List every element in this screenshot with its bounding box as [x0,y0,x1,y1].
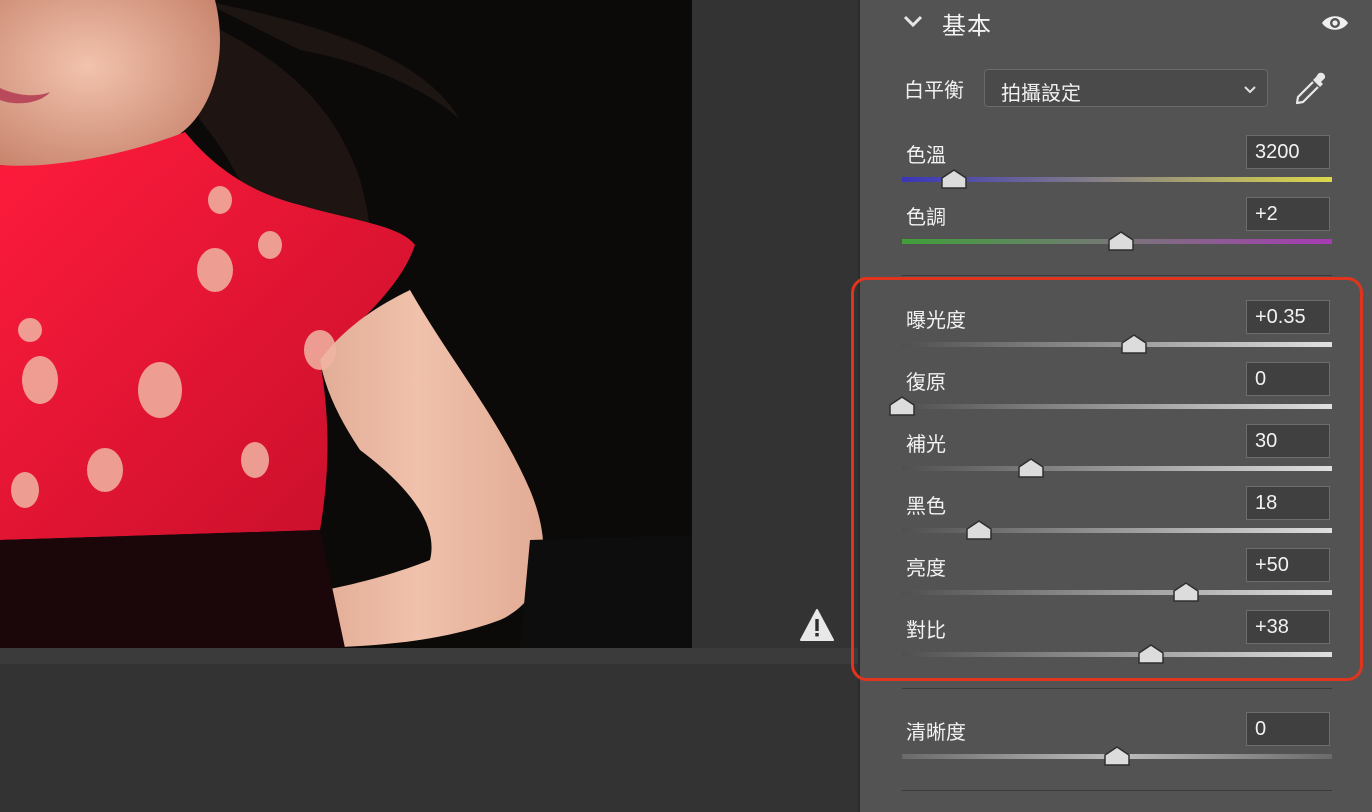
temperature-slider-thumb[interactable] [940,169,967,189]
fill-light-slider-thumb[interactable] [1018,458,1044,478]
brightness-slider-track[interactable] [902,590,1332,595]
eyedropper-icon[interactable] [1292,70,1330,108]
section-divider [902,688,1332,689]
white-balance-value: 拍攝設定 [1001,81,1081,105]
slider-row-recovery: 復原 0 [860,358,1372,420]
eye-icon[interactable] [1320,12,1350,34]
slider-label: 色調 [906,205,946,229]
fill-light-slider-track[interactable] [902,466,1332,471]
section-divider [902,275,1332,276]
fill-light-value-field[interactable]: 30 [1246,424,1330,458]
slider-label: 黑色 [906,494,946,518]
slider-row-brightness: 亮度 +50 [860,544,1372,606]
temperature-value-field[interactable]: 3200 [1246,135,1330,169]
section-divider [902,790,1332,791]
basic-adjustments-panel: 基本 白平衡 拍攝設定 色溫 3200 色調 +2 曝光度 +0.35 復原 0 [858,0,1372,812]
slider-row-exposure: 曝光度 +0.35 [860,296,1372,358]
slider-label: 亮度 [906,556,946,580]
clarity-slider-thumb[interactable] [1104,746,1130,766]
slider-label: 色溫 [906,143,946,167]
white-balance-select[interactable]: 拍攝設定 [984,69,1268,107]
preview-bottom-strip [0,648,858,664]
slider-row-fill-light: 補光 30 [860,420,1372,482]
contrast-slider-track[interactable] [902,652,1332,657]
slider-row-clarity: 清晰度 0 [860,708,1372,770]
blacks-value-field[interactable]: 18 [1246,486,1330,520]
slider-row-tint: 色調 +2 [860,193,1372,255]
slider-row-blacks: 黑色 18 [860,482,1372,544]
blacks-slider-thumb[interactable] [966,520,993,540]
brightness-slider-thumb[interactable] [1173,582,1199,602]
tint-value-field[interactable]: +2 [1246,197,1330,231]
slider-row-contrast: 對比 +38 [860,606,1372,668]
slider-row-temperature: 色溫 3200 [860,131,1372,193]
slider-label: 曝光度 [906,308,966,332]
tint-slider-thumb[interactable] [1108,231,1135,251]
contrast-slider-thumb[interactable] [1138,644,1165,664]
exposure-value-field[interactable]: +0.35 [1246,300,1330,334]
slider-label: 復原 [906,370,946,394]
section-title: 基本 [942,12,992,40]
slider-label: 清晰度 [906,720,966,744]
exposure-slider-thumb[interactable] [1121,334,1147,354]
photo-preview[interactable] [0,0,692,648]
image-preview-area [0,0,858,812]
recovery-value-field[interactable]: 0 [1246,362,1330,396]
contrast-value-field[interactable]: +38 [1246,610,1330,644]
warning-icon[interactable] [799,608,835,642]
photo-image [0,0,692,648]
slider-label: 對比 [906,618,946,642]
clarity-value-field[interactable]: 0 [1246,712,1330,746]
exposure-slider-track[interactable] [902,342,1332,347]
chevron-down-icon[interactable] [902,10,924,32]
white-balance-label: 白平衡 [904,78,964,102]
chevron-down-icon [1244,86,1256,94]
recovery-slider-track[interactable] [902,404,1332,409]
slider-label: 補光 [906,432,946,456]
brightness-value-field[interactable]: +50 [1246,548,1330,582]
recovery-slider-thumb[interactable] [889,396,915,416]
